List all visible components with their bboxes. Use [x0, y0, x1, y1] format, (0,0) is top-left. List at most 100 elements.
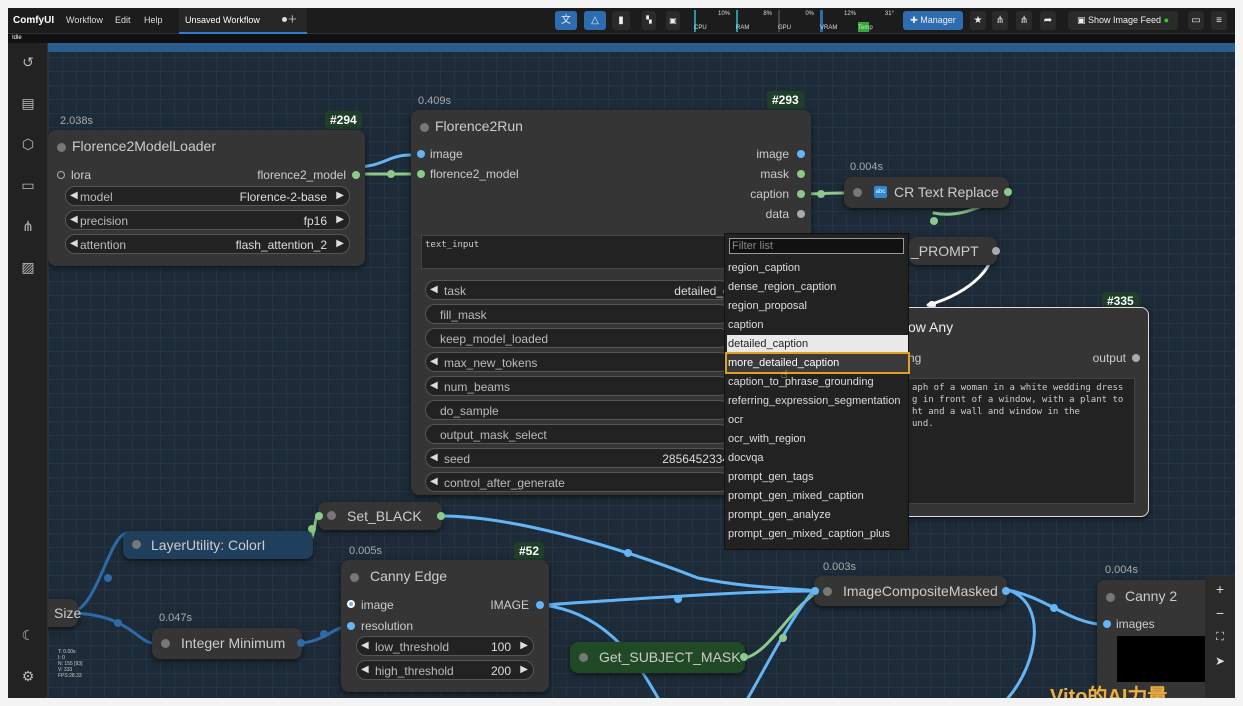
get-subject-mask-node[interactable]: Get_SUBJECT_MASK: [570, 642, 748, 673]
input-pin[interactable]: [811, 587, 819, 595]
settings-gear-icon[interactable]: ⚙: [19, 667, 37, 685]
collapse-dot[interactable]: [420, 123, 429, 132]
num-beams-widget[interactable]: ◀ num_beams: [425, 376, 730, 396]
dropdown-item[interactable]: ocr_with_region: [727, 430, 908, 448]
fill-mask-widget[interactable]: fill_mask: [425, 304, 730, 324]
zoom-in-icon[interactable]: +: [1205, 578, 1235, 600]
layer-utility-node[interactable]: LayerUtility: ColorI: [123, 531, 313, 559]
image-input-pin[interactable]: [347, 600, 355, 608]
keep-model-loaded-widget[interactable]: keep_model_loaded: [425, 328, 730, 348]
pointer-icon[interactable]: ➤: [1205, 650, 1235, 672]
output-mask-select-widget[interactable]: output_mask_select: [425, 424, 730, 444]
model-input-pin[interactable]: [417, 170, 425, 178]
seed-widget[interactable]: ◀ seed 2856452334: [425, 448, 730, 468]
workflow-icon[interactable]: ⋔: [19, 217, 37, 235]
output-pin[interactable]: [1004, 188, 1012, 196]
cr-text-replace-node[interactable]: abc CR Text Replace: [844, 177, 1012, 208]
collapse-dot[interactable]: [327, 511, 336, 520]
collapse-dot[interactable]: [161, 639, 170, 648]
app-logo[interactable]: ComfyUI: [13, 15, 54, 26]
dropdown-item[interactable]: region_proposal: [727, 297, 908, 315]
star-icon[interactable]: ★: [970, 11, 986, 30]
menu-workflow[interactable]: Workflow: [66, 15, 103, 25]
prompt-node[interactable]: _PROMPT: [909, 237, 1000, 265]
triangle-icon[interactable]: △: [584, 11, 606, 30]
collapse-dot[interactable]: [853, 188, 862, 197]
dropdown-item[interactable]: dense_region_caption: [727, 278, 908, 296]
high-threshold-widget[interactable]: ◀ high_threshold 200 ▶: [356, 660, 534, 680]
share-icon[interactable]: ➦: [1040, 11, 1056, 30]
image-output-pin[interactable]: [536, 601, 544, 609]
collapse-dot[interactable]: [57, 143, 66, 152]
show-any-node[interactable]: ow Any ng output aph of a woman in a whi…: [897, 307, 1149, 517]
input-pin[interactable]: [315, 512, 323, 520]
dropdown-item[interactable]: caption: [727, 316, 908, 334]
output-pin[interactable]: [297, 639, 305, 647]
new-tab-plus-icon[interactable]: +: [288, 11, 297, 28]
hamburger-menu-icon[interactable]: ≡: [1211, 11, 1227, 30]
collapse-dot[interactable]: [579, 653, 588, 662]
dropdown-item[interactable]: docvqa: [727, 449, 908, 467]
output-text-area[interactable]: aph of a woman in a white wedding dress …: [907, 378, 1135, 504]
dropdown-item-hovered[interactable]: more_detailed_caption: [725, 352, 910, 374]
output-pin[interactable]: [1132, 354, 1140, 362]
control-after-generate-widget[interactable]: ◀ control_after_generate: [425, 472, 730, 492]
dropdown-item[interactable]: prompt_gen_analyze: [727, 506, 908, 524]
florence2-model-loader-node[interactable]: Florence2ModelLoader lora florence2_mode…: [48, 130, 365, 266]
task-dropdown-menu[interactable]: Filter list region_caption dense_region_…: [724, 233, 910, 550]
filter-list-input[interactable]: Filter list: [729, 238, 904, 254]
model-output-pin[interactable]: [352, 171, 360, 179]
output-pin[interactable]: [992, 247, 1000, 255]
dropdown-item[interactable]: prompt_gen_mixed_caption_plus: [727, 525, 908, 543]
collapse-dot[interactable]: [350, 573, 359, 582]
menu-edit[interactable]: Edit: [115, 15, 131, 25]
image-output-pin[interactable]: [797, 150, 805, 158]
images-input-pin[interactable]: [1103, 620, 1111, 628]
graph-canvas[interactable]: 2.038s #294 Florence2ModelLoader lora fl…: [48, 43, 1235, 698]
panel-icon[interactable]: ▭: [1188, 11, 1204, 30]
show-image-feed-button[interactable]: ▣ Show Image Feed ●: [1068, 11, 1178, 30]
queue-icon[interactable]: ▤: [19, 94, 37, 112]
dropdown-item[interactable]: prompt_gen_mixed_caption: [727, 487, 908, 505]
dropdown-item[interactable]: caption_to_phrase_grounding: [727, 373, 908, 391]
text-input-area[interactable]: text_input: [421, 235, 731, 269]
task-widget[interactable]: ◀ task detailed_c: [425, 280, 730, 300]
bookmark-icon[interactable]: ▮: [612, 11, 630, 30]
output-pin[interactable]: [1002, 587, 1010, 595]
collapse-dot[interactable]: [1106, 593, 1115, 602]
image-composite-masked-node[interactable]: ImageCompositeMasked: [811, 576, 1010, 606]
fit-view-icon[interactable]: ⛶: [1205, 626, 1235, 648]
max-new-tokens-widget[interactable]: ◀ max_new_tokens: [425, 352, 730, 372]
dropdown-item-selected[interactable]: detailed_caption: [727, 335, 908, 353]
collapse-dot[interactable]: [132, 540, 141, 549]
history-icon[interactable]: ↺: [19, 53, 37, 71]
translate-icon[interactable]: 文: [555, 11, 577, 30]
save-icon[interactable]: ▣: [666, 11, 680, 30]
network-icon[interactable]: ⋔: [992, 11, 1008, 30]
set-black-node[interactable]: Set_BLACK: [315, 502, 445, 530]
image-input-pin[interactable]: [417, 150, 425, 158]
do-sample-widget[interactable]: do_sample: [425, 400, 730, 420]
image-icon[interactable]: ▨: [19, 258, 37, 276]
model-widget[interactable]: ◀ model Florence-2-base ▶: [65, 186, 350, 206]
menu-help[interactable]: Help: [144, 15, 163, 25]
integer-minimum-node[interactable]: Integer Minimum: [152, 628, 305, 659]
caption-output-pin[interactable]: [797, 190, 805, 198]
collapse-dot[interactable]: [823, 587, 832, 596]
zoom-out-icon[interactable]: −: [1205, 602, 1235, 624]
model-icon[interactable]: ⋔: [1016, 11, 1032, 30]
size-node[interactable]: Size: [48, 599, 81, 627]
dropdown-item[interactable]: ocr: [727, 411, 908, 429]
dropdown-item[interactable]: referring_expression_segmentation: [727, 392, 908, 410]
attention-widget[interactable]: ◀ attention flash_attention_2 ▶: [65, 234, 350, 254]
dropdown-item[interactable]: prompt_gen_tags: [727, 468, 908, 486]
mask-output-pin[interactable]: [797, 170, 805, 178]
dropdown-item[interactable]: region_caption: [727, 259, 908, 277]
manager-button[interactable]: ✚ Manager: [903, 11, 963, 30]
output-pin[interactable]: [437, 512, 445, 520]
canny-edge-node[interactable]: Canny Edge image resolution IMAGE ◀ low_t…: [341, 560, 549, 692]
folder-icon[interactable]: ▭: [19, 176, 37, 194]
output-pin[interactable]: [740, 653, 748, 661]
moon-icon[interactable]: ☾: [19, 626, 37, 644]
low-threshold-widget[interactable]: ◀ low_threshold 100 ▶: [356, 636, 534, 656]
